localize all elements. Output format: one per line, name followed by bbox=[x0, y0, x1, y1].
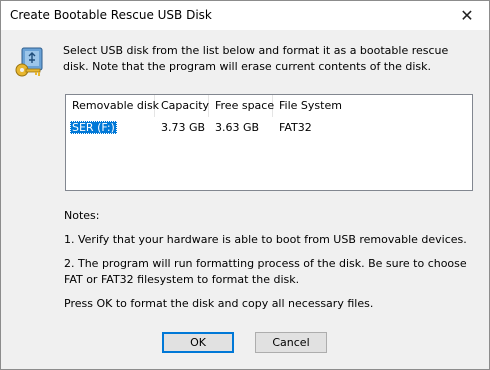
usb-disk-list[interactable]: Removable disk Capacity Free space File … bbox=[65, 94, 473, 191]
disk-file-system: FAT32 bbox=[279, 121, 312, 134]
window-title: Create Bootable Rescue USB Disk bbox=[10, 8, 212, 22]
column-header-free-space[interactable]: Free space bbox=[209, 95, 274, 117]
ok-button[interactable]: OK bbox=[162, 332, 234, 353]
cancel-button[interactable]: Cancel bbox=[255, 332, 327, 353]
note-item-1: 1. Verify that your hardware is able to … bbox=[64, 233, 467, 246]
dialog-window: Create Bootable Rescue USB Disk ✕ Select… bbox=[0, 0, 490, 370]
disk-name[interactable]: SER (F:) bbox=[70, 121, 117, 134]
close-icon: ✕ bbox=[460, 6, 474, 25]
disk-capacity: 3.73 GB bbox=[161, 121, 206, 134]
intro-text: Select USB disk from the list below and … bbox=[63, 44, 449, 73]
usb-key-icon bbox=[15, 47, 43, 77]
disk-free-space: 3.63 GB bbox=[215, 121, 260, 134]
notes-footer: Press OK to format the disk and copy all… bbox=[64, 297, 374, 310]
column-header-capacity[interactable]: Capacity bbox=[155, 95, 209, 117]
note-item-2: 2. The program will run formatting proce… bbox=[64, 257, 467, 286]
column-header-removable-disk[interactable]: Removable disk bbox=[66, 95, 159, 117]
title-bar[interactable]: Create Bootable Rescue USB Disk ✕ bbox=[1, 1, 489, 30]
column-header-file-system[interactable]: File System bbox=[273, 95, 363, 117]
list-item[interactable]: SER (F:) 3.73 GB 3.63 GB FAT32 bbox=[66, 119, 472, 136]
dialog-content: Select USB disk from the list below and … bbox=[1, 30, 489, 369]
notes-section: Notes: 1. Verify that your hardware is a… bbox=[64, 208, 474, 312]
notes-heading: Notes: bbox=[64, 209, 100, 222]
list-header: Removable disk Capacity Free space File … bbox=[66, 95, 472, 117]
close-button[interactable]: ✕ bbox=[445, 1, 489, 30]
